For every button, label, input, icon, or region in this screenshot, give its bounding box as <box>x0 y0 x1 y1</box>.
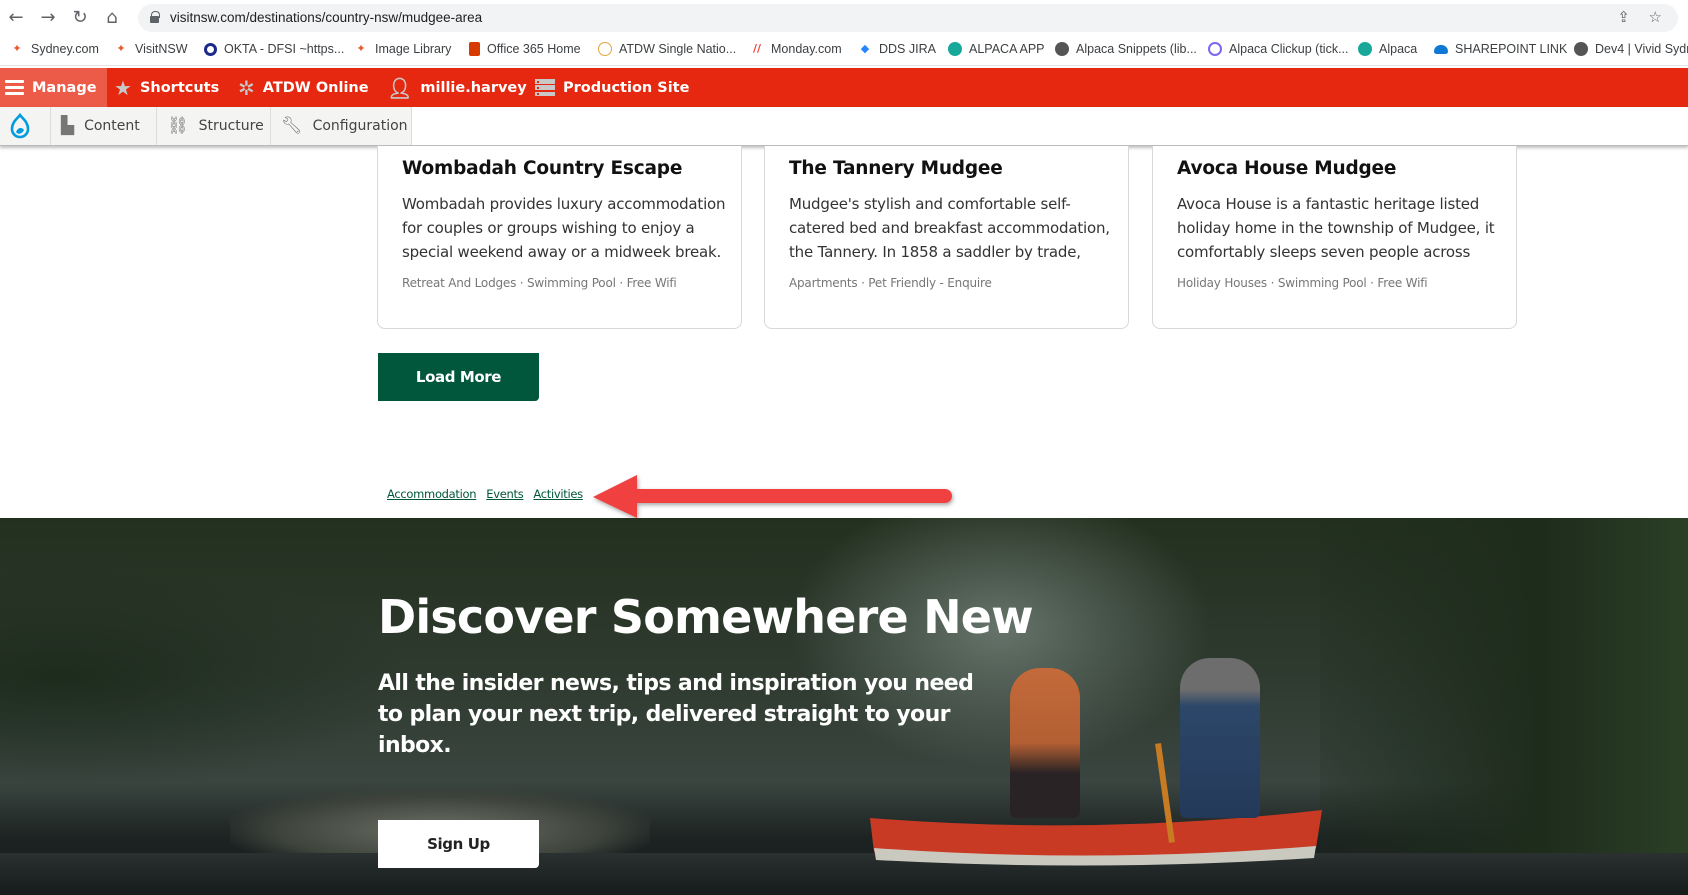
listing-card[interactable]: Wombadah Country Escape Wombadah provide… <box>377 146 742 329</box>
drupal-logo-icon[interactable] <box>6 113 34 141</box>
user-icon: 👤︎ <box>387 75 413 100</box>
bookmark-item[interactable]: ◆ DDS JIRA <box>858 42 936 56</box>
gear-icon: ✲ <box>238 75 255 100</box>
office-icon <box>469 42 480 56</box>
home-icon[interactable]: ⌂ <box>100 5 124 29</box>
forward-arrow-icon[interactable]: → <box>36 5 60 29</box>
card-title[interactable]: The Tannery Mudgee <box>789 158 1003 179</box>
toolbar-manage[interactable]: Manage <box>0 68 107 107</box>
card-description: Mudgee's stylish and comfortable self-ca… <box>789 195 1110 261</box>
bookmark-item[interactable]: Office 365 Home <box>469 42 581 56</box>
share-icon[interactable]: ⇪ <box>1617 8 1630 26</box>
tray-configuration[interactable]: 🔧︎ Configuration <box>270 107 412 145</box>
clickup-icon <box>1208 42 1222 56</box>
card-title[interactable]: Wombadah Country Escape <box>402 158 682 179</box>
toolbar-user[interactable]: 👤︎ millie.harvey <box>387 68 527 107</box>
globe-icon <box>1055 42 1069 56</box>
quick-links: Accommodation Events Activities <box>387 487 583 501</box>
server-icon <box>535 79 555 96</box>
visitnsw-logo-icon: ✦ <box>12 42 22 55</box>
link-activities[interactable]: Activities <box>533 487 583 501</box>
bookmark-item[interactable]: ✦ VisitNSW <box>114 42 187 56</box>
australia-map-icon <box>598 42 612 56</box>
load-more-button[interactable]: Load More <box>378 353 539 401</box>
onedrive-cloud-icon <box>1434 44 1448 54</box>
star-icon: ★ <box>114 75 132 100</box>
link-events[interactable]: Events <box>486 487 523 501</box>
toolbar-shortcuts[interactable]: ★ Shortcuts <box>114 68 219 107</box>
alpaca-icon <box>1358 42 1372 56</box>
card-tags: Retreat And Lodges · Swimming Pool · Fre… <box>402 276 677 290</box>
monday-icon: // <box>752 42 762 55</box>
bookmark-item[interactable]: ALPACA APP <box>948 42 1045 56</box>
lock-icon <box>150 11 160 23</box>
card-tags: Apartments · Pet Friendly - Enquire <box>789 276 992 290</box>
bookmark-item[interactable]: ✦ Sydney.com <box>10 42 98 56</box>
globe-icon <box>1574 42 1588 56</box>
bookmark-item[interactable]: Alpaca <box>1358 42 1417 56</box>
hero-foliage <box>1320 518 1688 858</box>
bookmarks-bar: ✦ Sydney.com ✦ VisitNSW OKTA - DFSI ~https… <box>0 36 1688 66</box>
listing-card[interactable]: The Tannery Mudgee Mudgee's stylish and … <box>764 146 1129 329</box>
sign-up-button[interactable]: Sign Up <box>378 820 539 868</box>
woman-figure <box>1010 668 1080 818</box>
card-tags: Holiday Houses · Swimming Pool · Free Wi… <box>1177 276 1428 290</box>
okta-icon <box>204 42 217 56</box>
bookmark-item[interactable]: OKTA - DFSI ~https... <box>204 42 344 56</box>
newsletter-hero: Discover Somewhere New All the insider n… <box>0 518 1688 895</box>
hero-subtitle: All the insider news, tips and inspirati… <box>378 671 974 758</box>
visitnsw-logo-icon: ✦ <box>116 42 126 55</box>
tray-menu: ▙ Content ⛓ Structure 🔧︎ Configuration <box>0 107 412 145</box>
admin-toolbar-tray: ▙ Content ⛓ Structure 🔧︎ Configuration <box>0 107 1688 146</box>
bookmark-item[interactable]: SHAREPOINT LINK <box>1434 42 1567 56</box>
bookmark-item[interactable]: ✦ Image Library <box>354 42 451 56</box>
visitnsw-logo-icon: ✦ <box>356 42 366 55</box>
browser-address-row: ← → ↻ ⌂ visitnsw.com/destinations/countr… <box>0 0 1688 36</box>
address-bar[interactable]: visitnsw.com/destinations/country-nsw/mu… <box>138 4 1678 32</box>
bookmark-star-icon[interactable]: ☆ <box>1649 8 1662 26</box>
annotation-arrow-icon <box>593 475 952 518</box>
toolbar-atdw-online[interactable]: ✲ ATDW Online <box>238 68 369 107</box>
bookmark-item[interactable]: //Monday.com <box>750 42 842 56</box>
sitemap-icon: ⛓ <box>167 116 189 136</box>
tray-content[interactable]: ▙ Content <box>50 107 156 145</box>
card-title[interactable]: Avoca House Mudgee <box>1177 158 1396 179</box>
card-description: Wombadah provides luxury accommodation f… <box>402 195 726 261</box>
bookmark-item[interactable]: Alpaca Clickup (tick... <box>1208 42 1348 56</box>
bookmark-item[interactable]: Dev4 | Vivid Sydn <box>1574 42 1688 56</box>
tray-structure[interactable]: ⛓ Structure <box>156 107 270 145</box>
toolbar-production-site[interactable]: Production Site <box>535 68 689 107</box>
man-figure <box>1180 658 1260 818</box>
jira-icon: ◆ <box>860 42 870 55</box>
link-accommodation[interactable]: Accommodation <box>387 487 477 501</box>
hero-river <box>0 853 1688 895</box>
listing-card[interactable]: Avoca House Mudgee Avoca House is a fant… <box>1152 146 1517 329</box>
alpaca-icon <box>948 42 962 56</box>
admin-toolbar: Manage ★ Shortcuts ✲ ATDW Online 👤︎ mill… <box>0 68 1688 107</box>
bookmark-item[interactable]: Alpaca Snippets (lib... <box>1055 42 1197 56</box>
url-text[interactable]: visitnsw.com/destinations/country-nsw/mu… <box>170 10 482 25</box>
bookmark-item[interactable]: ATDW Single Natio... <box>598 42 736 56</box>
reload-icon[interactable]: ↻ <box>68 5 92 29</box>
wrench-icon: 🔧︎ <box>281 116 303 136</box>
hamburger-icon <box>5 79 24 96</box>
file-icon: ▙ <box>61 116 75 136</box>
card-description: Avoca House is a fantastic heritage list… <box>1177 195 1495 261</box>
hero-title: Discover Somewhere New <box>378 590 1034 644</box>
back-arrow-icon[interactable]: ← <box>4 5 28 29</box>
